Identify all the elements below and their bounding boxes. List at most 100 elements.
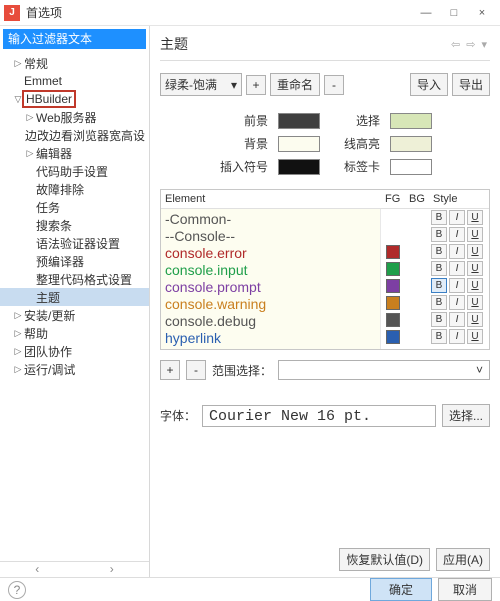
- fg-swatch[interactable]: [386, 330, 400, 344]
- filter-input[interactable]: [3, 29, 146, 49]
- color-swatch[interactable]: [390, 136, 432, 152]
- i-toggle[interactable]: I: [449, 278, 465, 293]
- tree-item[interactable]: ▷帮助: [0, 324, 149, 342]
- u-toggle[interactable]: U: [467, 261, 483, 276]
- fg-swatch[interactable]: [386, 313, 400, 327]
- element-item[interactable]: console.prompt: [165, 279, 376, 296]
- u-toggle[interactable]: U: [467, 329, 483, 344]
- tree-item[interactable]: 故障排除: [0, 180, 149, 198]
- b-toggle[interactable]: B: [431, 244, 447, 259]
- element-item[interactable]: console.input: [165, 262, 376, 279]
- u-toggle[interactable]: U: [467, 295, 483, 310]
- u-toggle[interactable]: U: [467, 244, 483, 259]
- element-style-row: BIU: [381, 226, 489, 243]
- nav-forward-icon[interactable]: ⇨: [463, 38, 478, 51]
- remove-theme-button[interactable]: -: [324, 75, 344, 95]
- element-item[interactable]: console.warning: [165, 296, 376, 313]
- theme-select[interactable]: 绿柔-饱满 ▾: [160, 73, 242, 96]
- scroll-right-icon[interactable]: ›: [75, 562, 150, 577]
- tree-item[interactable]: 整理代码格式设置: [0, 270, 149, 288]
- tree-item[interactable]: 代码助手设置: [0, 162, 149, 180]
- tree-item-label: 搜索条: [36, 217, 72, 234]
- color-swatch[interactable]: [278, 113, 320, 129]
- u-toggle[interactable]: U: [467, 210, 483, 225]
- element-item[interactable]: --Console--: [165, 228, 376, 245]
- i-toggle[interactable]: I: [449, 210, 465, 225]
- tree-item[interactable]: ▷安装/更新: [0, 306, 149, 324]
- apply-button[interactable]: 应用(A): [436, 548, 490, 571]
- i-toggle[interactable]: I: [449, 312, 465, 327]
- fg-swatch[interactable]: [386, 279, 400, 293]
- tree-item[interactable]: ▷Web服务器: [0, 108, 149, 126]
- tree-item[interactable]: 预编译器: [0, 252, 149, 270]
- font-row: 字体： Courier New 16 pt. 选择...: [160, 404, 490, 427]
- color-settings: 前景选择背景线高亮插入符号标签卡: [160, 112, 490, 181]
- tree-item[interactable]: ▷常规: [0, 54, 149, 72]
- export-button[interactable]: 导出: [452, 73, 490, 96]
- col-fg: FG: [381, 190, 405, 208]
- element-item[interactable]: hyperlink: [165, 330, 376, 347]
- ok-button[interactable]: 确定: [370, 578, 432, 601]
- b-toggle[interactable]: B: [431, 227, 447, 242]
- b-toggle[interactable]: B: [431, 278, 447, 293]
- b-toggle[interactable]: B: [431, 312, 447, 327]
- add-theme-button[interactable]: +: [246, 75, 266, 95]
- import-button[interactable]: 导入: [410, 73, 448, 96]
- element-item[interactable]: console.error: [165, 245, 376, 262]
- font-select-button[interactable]: 选择...: [442, 404, 490, 427]
- tree-item-label: HBuilder: [22, 90, 76, 108]
- u-toggle[interactable]: U: [467, 278, 483, 293]
- element-style-row: BIU: [381, 328, 489, 345]
- fg-swatch[interactable]: [386, 296, 400, 310]
- tree-item[interactable]: ▷运行/调试: [0, 360, 149, 378]
- u-toggle[interactable]: U: [467, 227, 483, 242]
- i-toggle[interactable]: I: [449, 244, 465, 259]
- color-swatch[interactable]: [278, 159, 320, 175]
- restore-defaults-button[interactable]: 恢复默认值(D): [339, 548, 430, 571]
- element-item[interactable]: -Common-: [165, 211, 376, 228]
- tree-arrow-icon: ▷: [24, 112, 36, 123]
- tree-item[interactable]: 语法验证器设置: [0, 234, 149, 252]
- scope-select[interactable]: ˅: [278, 360, 490, 380]
- b-toggle[interactable]: B: [431, 295, 447, 310]
- scroll-left-icon[interactable]: ‹: [0, 562, 75, 577]
- tree-item[interactable]: ▽HBuilder: [0, 90, 149, 108]
- rename-theme-button[interactable]: 重命名: [270, 73, 320, 96]
- b-toggle[interactable]: B: [431, 261, 447, 276]
- tree-arrow-icon: ▷: [12, 310, 24, 321]
- help-icon[interactable]: ?: [8, 581, 26, 599]
- fg-swatch[interactable]: [386, 262, 400, 276]
- nav-menu-icon[interactable]: ▾: [478, 38, 490, 51]
- scope-remove-button[interactable]: -: [186, 360, 206, 380]
- tree-item[interactable]: 搜索条: [0, 216, 149, 234]
- tree-item[interactable]: 主题: [0, 288, 149, 306]
- i-toggle[interactable]: I: [449, 261, 465, 276]
- cancel-button[interactable]: 取消: [438, 578, 492, 601]
- tree-item[interactable]: Emmet: [0, 72, 149, 90]
- app-icon: J: [4, 5, 20, 21]
- tree-item[interactable]: 任务: [0, 198, 149, 216]
- u-toggle[interactable]: U: [467, 312, 483, 327]
- b-toggle[interactable]: B: [431, 329, 447, 344]
- tree-item-label: 安装/更新: [24, 307, 75, 324]
- tree-arrow-icon: ▷: [12, 346, 24, 357]
- color-swatch[interactable]: [390, 159, 432, 175]
- tree-item[interactable]: 边改边看浏览器宽高设: [0, 126, 149, 144]
- minimize-button[interactable]: —: [412, 2, 440, 24]
- b-toggle[interactable]: B: [431, 210, 447, 225]
- tree-item[interactable]: ▷编辑器: [0, 144, 149, 162]
- color-swatch[interactable]: [278, 136, 320, 152]
- i-toggle[interactable]: I: [449, 329, 465, 344]
- i-toggle[interactable]: I: [449, 295, 465, 310]
- color-swatch[interactable]: [390, 113, 432, 129]
- element-style-row: BIU: [381, 277, 489, 294]
- i-toggle[interactable]: I: [449, 227, 465, 242]
- nav-back-icon[interactable]: ⇦: [448, 38, 463, 51]
- maximize-button[interactable]: □: [440, 2, 468, 24]
- fg-swatch[interactable]: [386, 245, 400, 259]
- close-button[interactable]: ×: [468, 2, 496, 24]
- tree-item[interactable]: ▷团队协作: [0, 342, 149, 360]
- scope-add-button[interactable]: +: [160, 360, 180, 380]
- element-list[interactable]: -Common---Console--console.errorconsole.…: [161, 209, 381, 349]
- element-item[interactable]: console.debug: [165, 313, 376, 330]
